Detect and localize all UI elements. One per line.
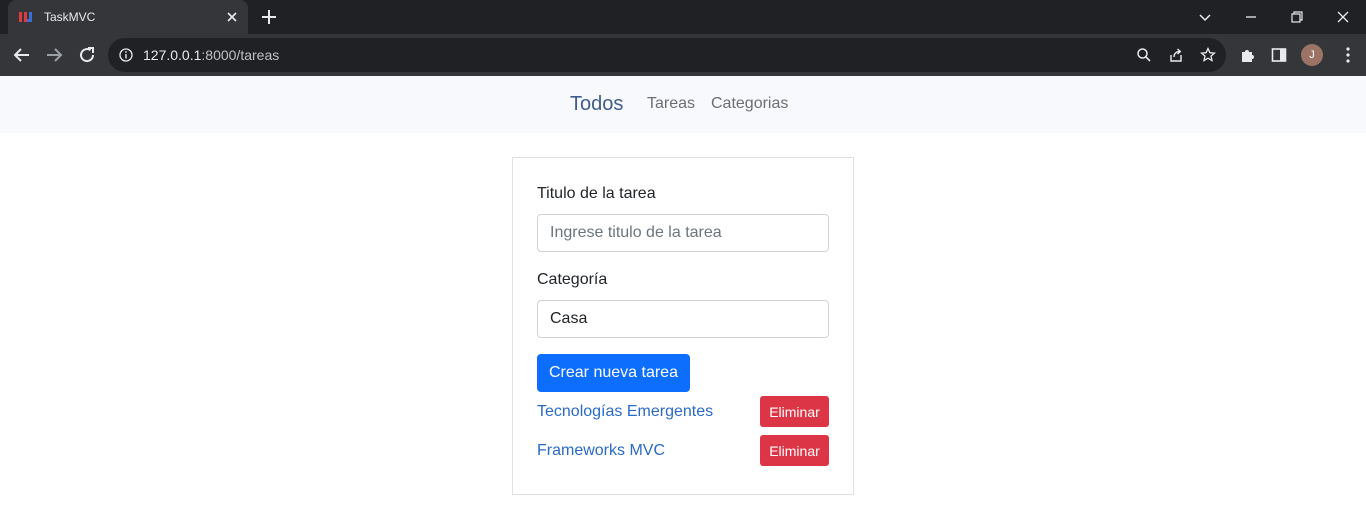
reload-icon[interactable] — [77, 45, 97, 65]
nav-link-tareas[interactable]: Tareas — [647, 95, 695, 113]
url-host: 127.0.0.1 — [143, 47, 202, 63]
back-icon[interactable] — [12, 45, 32, 65]
menu-icon[interactable] — [1340, 46, 1356, 64]
create-task-button[interactable]: Crear nueva tarea — [537, 354, 690, 392]
extensions-icon[interactable] — [1239, 46, 1257, 64]
forward-icon[interactable] — [44, 45, 64, 65]
tab-search-icon[interactable] — [1194, 6, 1216, 28]
share-icon[interactable] — [1168, 47, 1184, 63]
category-selected-value: Casa — [550, 310, 588, 327]
tab-title: TaskMVC — [44, 10, 96, 24]
restore-icon[interactable] — [1286, 6, 1308, 28]
tab-close-icon[interactable] — [224, 9, 240, 25]
browser-toolbar: 127.0.0.1:8000/tareas J — [0, 34, 1366, 76]
task-link[interactable]: Tecnologías Emergentes — [537, 403, 713, 421]
minimize-icon[interactable] — [1240, 6, 1262, 28]
task-title-input[interactable] — [537, 214, 829, 252]
delete-task-button[interactable]: Eliminar — [760, 435, 829, 466]
category-select[interactable]: Casa — [537, 300, 829, 338]
site-navbar: Todos Tareas Categorias — [0, 76, 1366, 133]
bookmark-star-icon[interactable] — [1200, 47, 1216, 63]
new-tab-icon[interactable] — [260, 8, 278, 26]
navbar-brand[interactable]: Todos — [570, 93, 623, 116]
window-close-icon[interactable] — [1332, 6, 1354, 28]
browser-tab[interactable]: TaskMVC — [8, 0, 248, 34]
profile-avatar[interactable]: J — [1301, 44, 1323, 66]
tab-strip: TaskMVC — [0, 0, 1366, 34]
info-icon[interactable] — [119, 48, 133, 62]
side-panel-icon[interactable] — [1270, 46, 1288, 64]
app-favicon-icon — [19, 12, 32, 22]
zoom-icon[interactable] — [1136, 47, 1152, 63]
task-form-card: Titulo de la tarea Categoría Casa Crear … — [512, 157, 854, 495]
task-link[interactable]: Frameworks MVC — [537, 442, 665, 460]
category-label: Categoría — [537, 271, 608, 288]
address-bar[interactable]: 127.0.0.1:8000/tareas — [108, 38, 1226, 72]
delete-task-button[interactable]: Eliminar — [760, 396, 829, 427]
task-title-label: Titulo de la tarea — [537, 185, 656, 202]
nav-link-categorias[interactable]: Categorias — [711, 95, 788, 113]
url-path: :8000/tareas — [201, 47, 280, 63]
url-text[interactable]: 127.0.0.1:8000/tareas — [143, 47, 279, 63]
